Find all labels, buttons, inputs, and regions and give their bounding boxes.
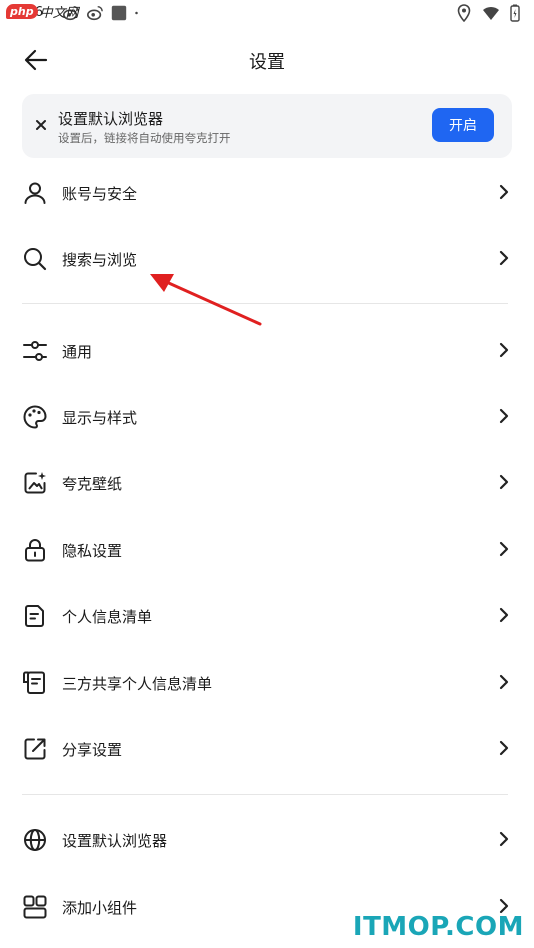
sliders-icon bbox=[22, 338, 48, 364]
chevron-right-icon bbox=[499, 184, 509, 200]
menu-item-label: 夸克壁纸 bbox=[62, 475, 123, 493]
battery-icon bbox=[510, 4, 520, 22]
menu-item-general[interactable]: 通用 bbox=[0, 320, 534, 380]
menu-item-personal-info[interactable]: 个人信息清单 bbox=[0, 585, 534, 645]
chevron-right-icon bbox=[499, 250, 509, 266]
menu-item-label: 账号与安全 bbox=[62, 185, 138, 203]
menu-item-wallpaper[interactable]: 夸克壁纸 bbox=[0, 452, 534, 512]
location-icon bbox=[457, 4, 471, 22]
chevron-right-icon bbox=[499, 408, 509, 424]
banner-subtitle: 设置后，链接将自动使用夸克打开 bbox=[58, 131, 231, 145]
search-icon bbox=[22, 246, 48, 272]
itmop-watermark: ITMOP.COM bbox=[352, 912, 524, 942]
wifi-icon bbox=[483, 6, 499, 20]
status-system-icons bbox=[456, 4, 520, 22]
menu-item-search[interactable]: 搜索与浏览 bbox=[0, 228, 534, 288]
shared-document-icon bbox=[22, 670, 48, 696]
weibo-icon-2 bbox=[86, 5, 103, 21]
palette-icon bbox=[22, 404, 48, 430]
menu-item-privacy[interactable]: 隐私设置 bbox=[0, 519, 534, 579]
menu-item-label: 隐私设置 bbox=[62, 542, 123, 560]
menu-item-label: 搜索与浏览 bbox=[62, 251, 138, 269]
menu-item-label: 三方共享个人信息清单 bbox=[62, 675, 213, 693]
widgets-icon bbox=[22, 894, 48, 920]
menu-item-share[interactable]: 分享设置 bbox=[0, 718, 534, 778]
menu-item-label: 分享设置 bbox=[62, 741, 123, 759]
lock-icon bbox=[22, 537, 48, 563]
menu-item-label: 显示与样式 bbox=[62, 409, 138, 427]
globe-icon bbox=[22, 827, 48, 853]
banner-title: 设置默认浏览器 bbox=[58, 110, 164, 128]
php-logo-badge: php bbox=[6, 3, 38, 19]
menu-item-label: 设置默认浏览器 bbox=[62, 832, 168, 850]
chevron-right-icon bbox=[499, 342, 509, 358]
chevron-right-icon bbox=[499, 674, 509, 690]
enable-button[interactable]: 开启 bbox=[432, 108, 494, 142]
section-divider bbox=[22, 303, 508, 304]
close-icon[interactable] bbox=[32, 116, 50, 134]
dot-icon bbox=[135, 11, 138, 15]
menu-item-label: 个人信息清单 bbox=[62, 608, 153, 626]
chevron-right-icon bbox=[499, 831, 509, 847]
document-list-icon bbox=[22, 603, 48, 629]
app-square-icon bbox=[111, 5, 127, 21]
php-watermark-logo: php 中文网 bbox=[0, 0, 85, 22]
menu-item-default-browser[interactable]: 设置默认浏览器 bbox=[0, 809, 534, 869]
wallpaper-icon bbox=[22, 470, 48, 496]
menu-item-account[interactable]: 账号与安全 bbox=[0, 162, 534, 222]
menu-item-label: 通用 bbox=[62, 343, 93, 361]
menu-item-label: 添加小组件 bbox=[62, 899, 138, 917]
default-browser-banner: 设置默认浏览器 设置后，链接将自动使用夸克打开 开启 bbox=[22, 94, 512, 158]
chevron-right-icon bbox=[499, 740, 509, 756]
chevron-right-icon bbox=[499, 607, 509, 623]
user-icon bbox=[22, 180, 48, 206]
share-icon bbox=[22, 736, 48, 762]
section-divider bbox=[22, 794, 508, 795]
app-header: 设置 bbox=[0, 28, 534, 90]
chevron-right-icon bbox=[499, 541, 509, 557]
menu-item-display[interactable]: 显示与样式 bbox=[0, 386, 534, 446]
php-logo-text: 中文网 bbox=[39, 5, 79, 21]
chevron-right-icon bbox=[499, 474, 509, 490]
menu-item-third-party[interactable]: 三方共享个人信息清单 bbox=[0, 652, 534, 712]
page-title: 设置 bbox=[249, 52, 285, 73]
